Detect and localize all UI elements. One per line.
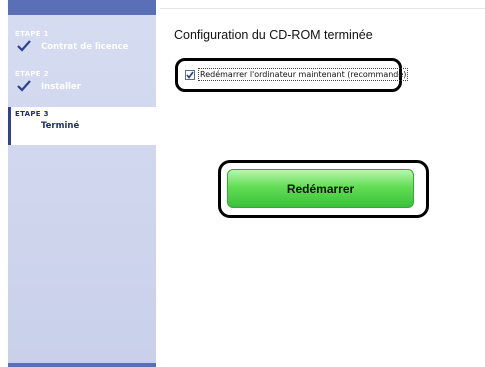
step-sidebar: ETAPE 1 Contrat de licence ETAPE 2 Insta… [8,0,156,367]
sidebar-top-bar [8,0,156,15]
step-2-label: Installer [41,82,81,92]
check-icon [17,40,31,52]
step-1-label: Contrat de licence [41,42,129,52]
step-3-number: ETAPE 3 [15,110,49,118]
restart-now-option[interactable]: Redémarrer l'ordinateur maintenant (reco… [185,68,409,81]
step-1-number: ETAPE 1 [15,30,49,38]
restart-now-label[interactable]: Redémarrer l'ordinateur maintenant (reco… [198,68,409,81]
restart-now-checkbox[interactable] [185,69,195,80]
sidebar-bottom-bar [8,363,156,367]
page-title: Configuration du CD-ROM terminée [174,28,373,42]
check-icon [17,80,31,92]
step-3: ETAPE 3 Terminé [8,107,156,145]
step-3-label: Terminé [41,121,80,131]
header-divider [160,8,485,9]
step-2-number: ETAPE 2 [15,70,49,78]
restart-button[interactable]: Redémarrer [227,169,414,208]
checkmark-icon [186,71,194,79]
